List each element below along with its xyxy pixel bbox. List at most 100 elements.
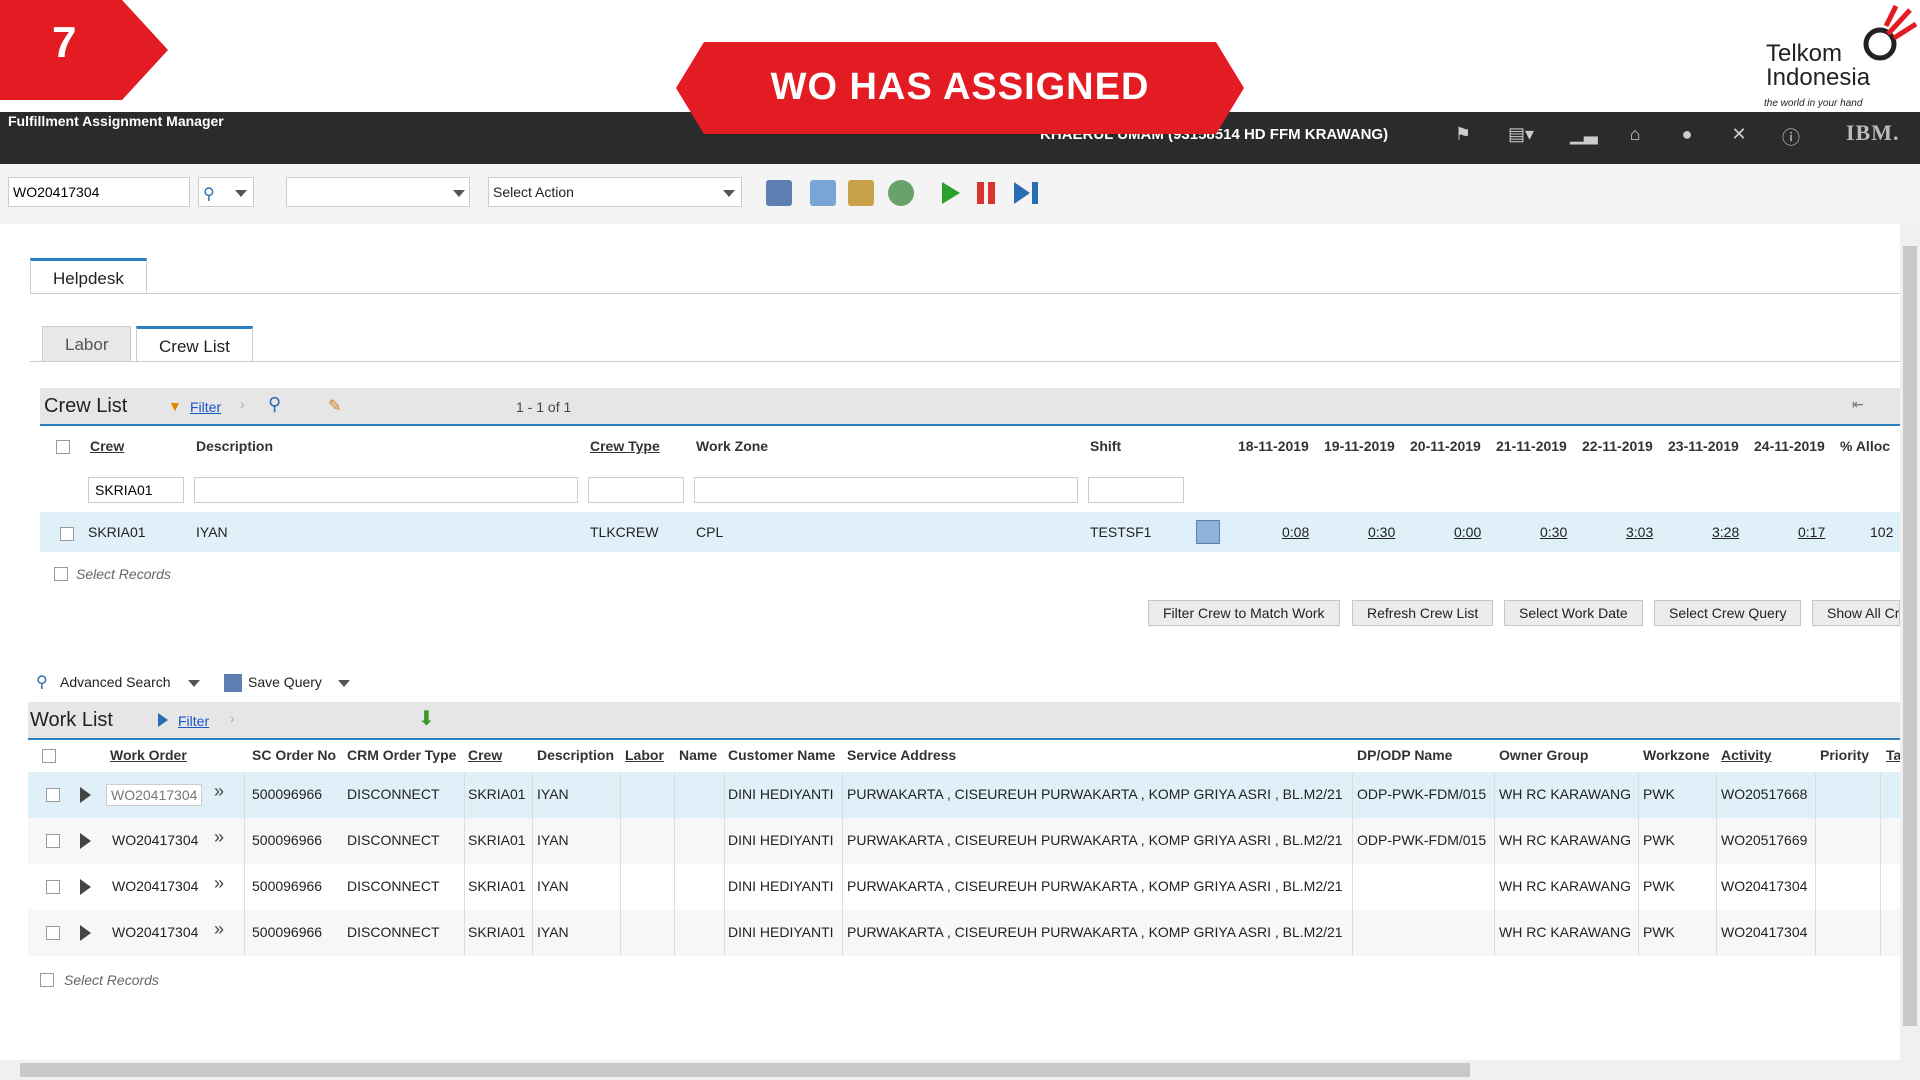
crew-day-6[interactable]: 3:28: [1712, 524, 1739, 540]
work-select-all-checkbox[interactable]: [42, 749, 56, 763]
detail-chevron-icon[interactable]: »: [214, 919, 224, 940]
row-owner: WH RC KARAWANG: [1499, 786, 1631, 802]
detail-chevron-icon[interactable]: »: [214, 827, 224, 848]
row-checkbox[interactable]: [46, 834, 60, 848]
col-crew-type[interactable]: Crew Type: [590, 438, 660, 454]
tab-helpdesk[interactable]: Helpdesk: [30, 258, 147, 294]
horizontal-scroll-thumb[interactable]: [20, 1063, 1470, 1077]
vertical-scroll-thumb[interactable]: [1903, 246, 1917, 1026]
crew-filter-input[interactable]: [88, 477, 184, 503]
select-action-dropdown[interactable]: Select Action: [488, 177, 742, 207]
row-work-order[interactable]: WO20417304: [112, 924, 198, 940]
search-button[interactable]: ⚲: [198, 177, 254, 207]
col-activity[interactable]: Activity: [1721, 747, 1772, 763]
home-icon[interactable]: ⌂: [1624, 124, 1646, 146]
column-divider: [532, 772, 533, 956]
row-work-order[interactable]: WO20417304: [106, 784, 203, 806]
work-zone-filter-input[interactable]: [694, 477, 1078, 503]
detail-chevron-icon[interactable]: »: [214, 781, 224, 802]
save-query-button[interactable]: Save Query: [248, 674, 322, 690]
crew-search-icon[interactable]: ⚲: [268, 394, 281, 415]
download-icon[interactable]: ⇤: [1852, 396, 1864, 413]
crew-day-4[interactable]: 0:30: [1540, 524, 1567, 540]
skip-end-icon[interactable]: [1012, 180, 1040, 206]
filter-crew-button[interactable]: Filter Crew to Match Work: [1148, 600, 1340, 626]
chevron-right-icon: ›: [240, 396, 245, 412]
show-all-crew-button[interactable]: Show All Cr: [1812, 600, 1900, 626]
column-divider: [1352, 772, 1353, 956]
col-crew[interactable]: Crew: [468, 747, 502, 763]
col-crm-order-type: CRM Order Type: [347, 747, 457, 763]
expand-row-icon[interactable]: [80, 879, 91, 895]
row-customer: DINI HEDIYANTI: [728, 878, 834, 894]
pause-icon[interactable]: [974, 180, 998, 206]
calendar-icon[interactable]: [810, 180, 836, 206]
row-work-order[interactable]: WO20417304: [112, 878, 198, 894]
crew-day-1[interactable]: 0:08: [1282, 524, 1309, 540]
tab-divider: [30, 293, 1900, 294]
tab-labor[interactable]: Labor: [42, 326, 132, 362]
crew-calendar-icon[interactable]: [1196, 520, 1220, 544]
crew-day-2[interactable]: 0:30: [1368, 524, 1395, 540]
col-labor[interactable]: Labor: [625, 747, 664, 763]
chevron-down-icon[interactable]: [338, 680, 350, 687]
col-crew[interactable]: Crew: [90, 438, 124, 454]
row-checkbox[interactable]: [46, 926, 60, 940]
search-input[interactable]: [8, 177, 190, 207]
col-work-order[interactable]: Work Order: [110, 747, 187, 763]
help-icon[interactable]: ⓘ: [1780, 124, 1802, 148]
select-work-date-button[interactable]: Select Work Date: [1504, 600, 1643, 626]
detail-chevron-icon[interactable]: »: [214, 873, 224, 894]
crew-select-records-checkbox[interactable]: [54, 567, 68, 581]
column-divider: [244, 772, 245, 956]
row-work-order[interactable]: WO20417304: [112, 832, 198, 848]
crew-day-3[interactable]: 0:00: [1454, 524, 1481, 540]
row-sc-order: 500096966: [252, 878, 323, 894]
download-arrow-icon[interactable]: ⬇: [418, 706, 435, 731]
row-checkbox[interactable]: [46, 880, 60, 894]
expand-row-icon[interactable]: [80, 833, 91, 849]
crew-select-records-label: Select Records: [76, 566, 171, 582]
play-icon[interactable]: [938, 180, 962, 206]
crew-row-checkbox[interactable]: [60, 527, 74, 541]
sign-out-icon[interactable]: ✕: [1728, 124, 1750, 146]
crew-type-filter-input[interactable]: [588, 477, 684, 503]
row-workzone: PWK: [1643, 786, 1675, 802]
col-shift: Shift: [1090, 438, 1122, 454]
expand-row-icon[interactable]: [80, 925, 91, 941]
globe-icon[interactable]: [888, 180, 914, 206]
col-sc-order-no: SC Order No: [252, 747, 337, 763]
row-crew: SKRIA01: [468, 832, 526, 848]
save-icon[interactable]: [766, 180, 792, 206]
schedule-icon[interactable]: [848, 180, 874, 206]
crew-row[interactable]: [40, 512, 1900, 552]
crew-select-all-checkbox[interactable]: [56, 440, 70, 454]
clear-filter-icon[interactable]: ✎: [328, 396, 341, 416]
advanced-search-button[interactable]: Advanced Search: [60, 674, 171, 690]
search-icon: ⚲: [203, 186, 215, 203]
row-address: PURWAKARTA , CISEUREUH PURWAKARTA , KOMP…: [847, 924, 1343, 940]
description-filter-input[interactable]: [194, 477, 578, 503]
select-crew-query-button[interactable]: Select Crew Query: [1654, 600, 1802, 626]
reports-icon[interactable]: ▁▃: [1570, 124, 1598, 146]
expand-row-icon[interactable]: [80, 787, 91, 803]
profile-icon[interactable]: ●: [1676, 124, 1698, 146]
bulletin-icon[interactable]: ⚑: [1452, 124, 1474, 146]
row-activity: WO20417304: [1721, 924, 1808, 940]
col-work-zone: Work Zone: [696, 438, 769, 454]
work-filter-link[interactable]: Filter: [178, 713, 209, 729]
crew-filter-link[interactable]: Filter: [190, 399, 221, 415]
crew-day-7[interactable]: 0:17: [1798, 524, 1825, 540]
shift-filter-input[interactable]: [1088, 477, 1184, 503]
row-checkbox[interactable]: [46, 788, 60, 802]
tab-crew-list[interactable]: Crew List: [136, 326, 253, 362]
select-action-label: Select Action: [493, 184, 574, 200]
column-divider: [464, 772, 465, 956]
go-to-icon[interactable]: ▤▾: [1508, 124, 1534, 146]
banner-text: WO HAS ASSIGNED: [770, 66, 1150, 108]
blank-select[interactable]: [286, 177, 470, 207]
refresh-crew-button[interactable]: Refresh Crew List: [1352, 600, 1494, 626]
crew-day-5[interactable]: 3:03: [1626, 524, 1653, 540]
work-select-records-checkbox[interactable]: [40, 973, 54, 987]
chevron-down-icon[interactable]: [188, 680, 200, 687]
